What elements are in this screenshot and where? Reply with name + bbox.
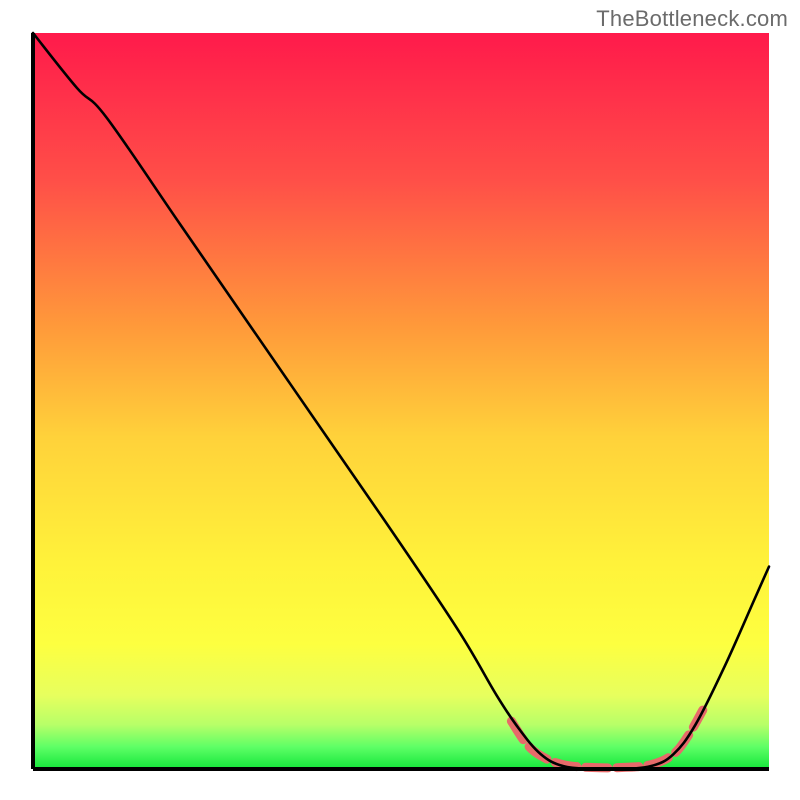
watermark-label: TheBottleneck.com [596, 6, 788, 32]
plot-background [33, 33, 769, 769]
chart-svg [0, 0, 800, 800]
chart-frame: TheBottleneck.com [0, 0, 800, 800]
